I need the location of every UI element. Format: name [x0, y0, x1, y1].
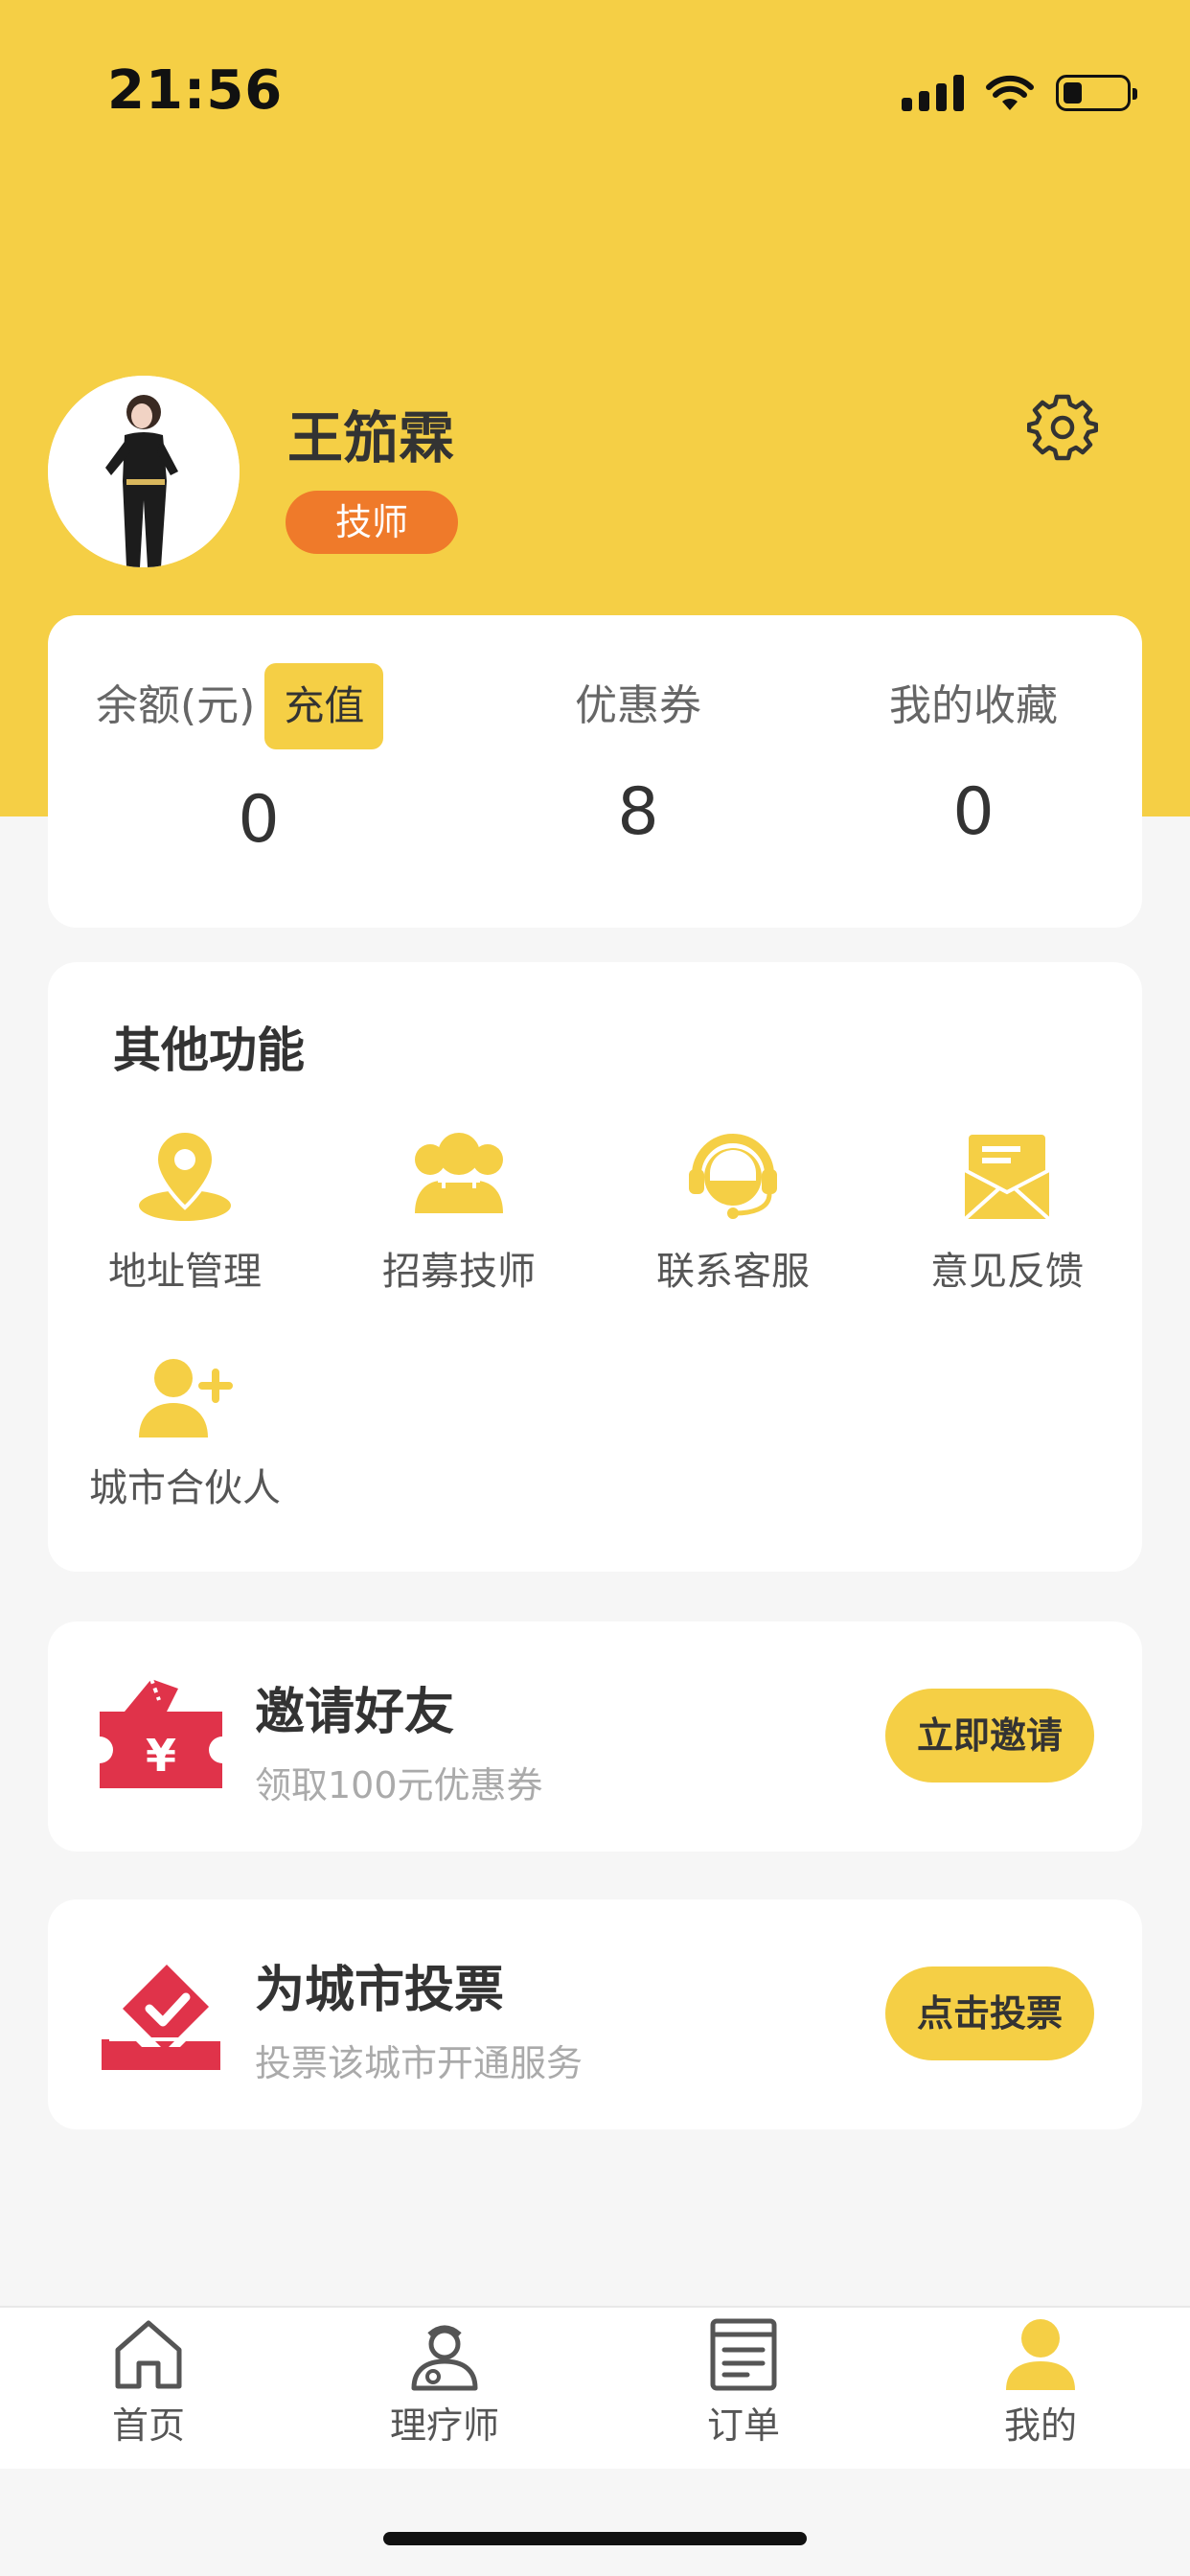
svg-text:¥: ¥: [146, 1730, 176, 1782]
favorites-label: 我的收藏: [889, 681, 1058, 730]
users-icon: [415, 1133, 503, 1213]
battery-icon: [1056, 75, 1137, 111]
balance-stat: 余额(元) 充值 0: [48, 663, 469, 858]
mail-icon: [961, 1135, 1053, 1223]
role-badge: 技师: [286, 491, 458, 554]
other-functions-card: 其他功能 地址管理 招募技师 联系客服 意见反馈 城市合伙人: [48, 962, 1142, 1572]
vote-subtitle: 投票该城市开通服务: [255, 2042, 584, 2084]
tab-label: 订单: [706, 2404, 780, 2447]
function-feedback[interactable]: 意见反馈: [870, 1125, 1144, 1296]
profile-icon: [1006, 2319, 1075, 2390]
invite-friends-card: ¥ 邀请好友 领取100元优惠券 立即邀请: [48, 1622, 1142, 1852]
tab-mine[interactable]: 我的: [935, 2315, 1146, 2449]
invite-subtitle: 领取100元优惠券: [255, 1764, 543, 1806]
headset-icon: [689, 1134, 777, 1219]
gear-icon[interactable]: [1027, 391, 1098, 462]
function-label: 地址管理: [108, 1250, 262, 1294]
avatar-image: [48, 376, 240, 567]
function-customer-service[interactable]: 联系客服: [596, 1125, 870, 1296]
function-address[interactable]: 地址管理: [48, 1125, 322, 1296]
function-label: 城市合伙人: [89, 1466, 281, 1510]
location-pin-icon: [139, 1128, 231, 1221]
status-time: 21:56: [107, 59, 284, 122]
add-user-icon: [139, 1359, 233, 1438]
avatar[interactable]: [48, 376, 240, 567]
function-label: 招募技师: [382, 1250, 536, 1294]
vote-now-button[interactable]: 点击投票: [885, 1966, 1094, 2060]
function-recruit[interactable]: 招募技师: [322, 1125, 596, 1296]
invite-now-button[interactable]: 立即邀请: [885, 1689, 1094, 1782]
battery-level: [1064, 82, 1082, 104]
user-name: 王笳霖: [287, 405, 455, 471]
coupon-ticket-icon: ¥: [100, 1678, 222, 1788]
vote-title: 为城市投票: [255, 1962, 505, 2019]
function-city-partner[interactable]: 城市合伙人: [48, 1355, 322, 1512]
coupon-stat[interactable]: 优惠券 8: [456, 663, 820, 850]
ballot-box-icon: [102, 1965, 220, 2070]
signal-icon: [902, 75, 964, 111]
recharge-button[interactable]: 充值: [264, 663, 384, 749]
city-vote-card: 为城市投票 投票该城市开通服务 点击投票: [48, 1899, 1142, 2129]
coupon-value: 8: [617, 774, 659, 850]
tab-home[interactable]: 首页: [43, 2315, 254, 2449]
favorites-value: 0: [952, 774, 995, 850]
section-title: 其他功能: [113, 1023, 305, 1078]
tab-therapist[interactable]: 理疗师: [339, 2315, 550, 2449]
function-label: 联系客服: [656, 1250, 810, 1294]
tab-orders[interactable]: 订单: [638, 2315, 849, 2449]
status-icons: [902, 69, 1137, 117]
wifi-icon: [986, 75, 1034, 110]
tab-label: 首页: [111, 2404, 185, 2447]
account-stats-card: 余额(元) 充值 0 优惠券 8 我的收藏 0: [48, 615, 1142, 928]
therapist-icon: [411, 2325, 478, 2391]
home-indicator[interactable]: [383, 2532, 807, 2545]
balance-label-row: 余额(元) 充值: [48, 663, 469, 749]
invite-title: 邀请好友: [255, 1684, 455, 1741]
favorites-stat[interactable]: 我的收藏 0: [791, 663, 1156, 850]
home-icon: [115, 2320, 182, 2389]
order-list-icon: [710, 2318, 777, 2391]
balance-label: 余额(元): [96, 681, 256, 730]
coupon-label: 优惠券: [575, 681, 701, 730]
tab-label: 理疗师: [389, 2404, 499, 2447]
tab-bar: 首页 理疗师 订单 我的: [0, 2306, 1190, 2469]
balance-value[interactable]: 0: [48, 782, 469, 858]
function-label: 意见反馈: [930, 1250, 1084, 1294]
tab-label: 我的: [1003, 2404, 1077, 2447]
